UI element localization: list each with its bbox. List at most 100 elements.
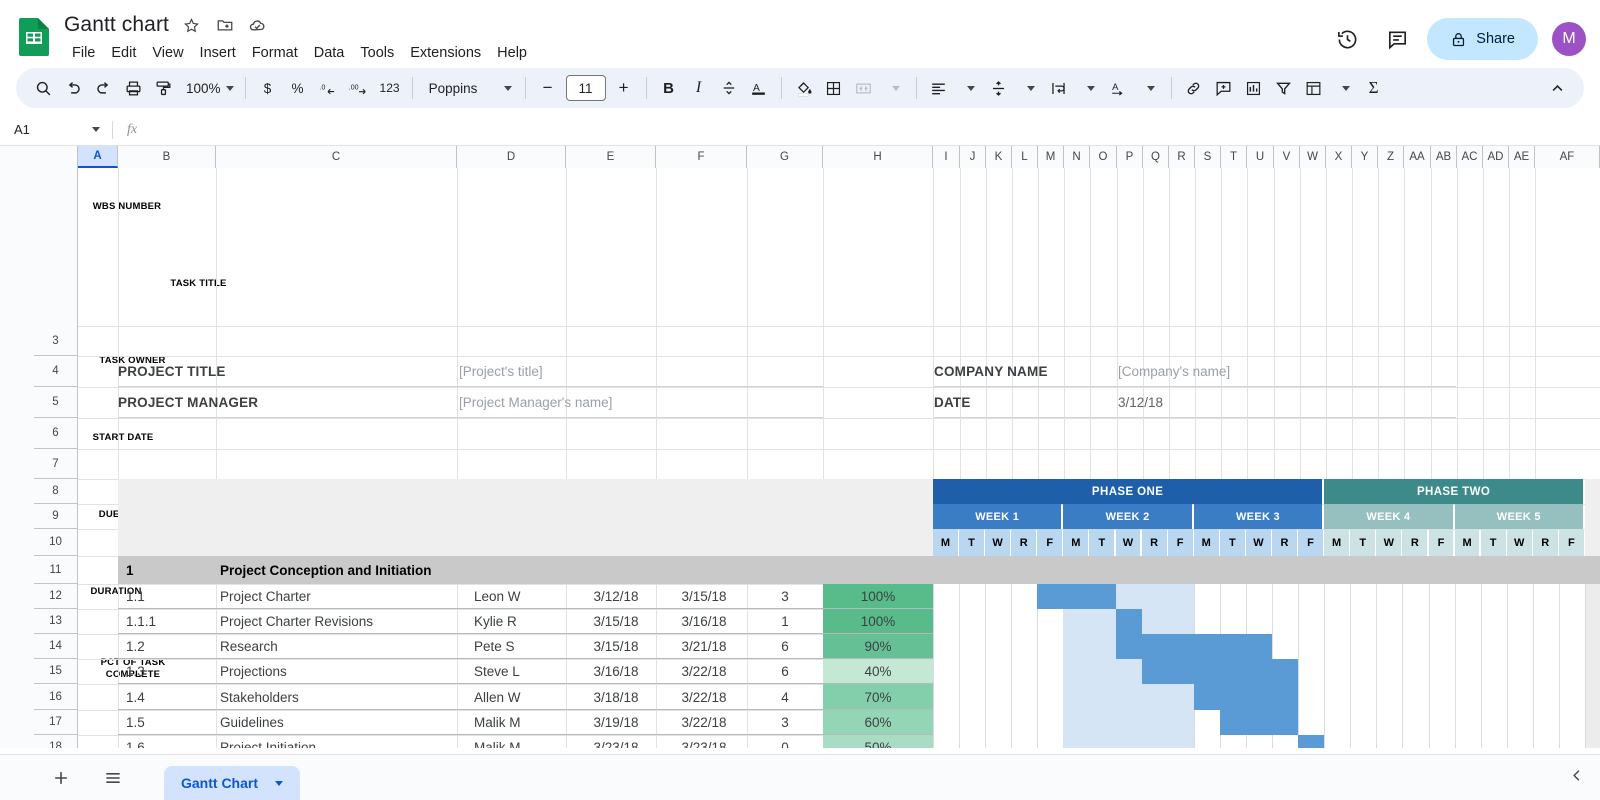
cell-duration-1[interactable]: 1 — [749, 609, 821, 634]
share-button[interactable]: Share — [1427, 18, 1538, 60]
cell-duration-4[interactable]: 4 — [749, 684, 821, 710]
merge-cells-caret[interactable] — [879, 73, 909, 103]
cell-title-6[interactable]: Project Initiation — [220, 735, 455, 748]
gantt-bar-6[interactable] — [1298, 735, 1324, 748]
row-header-8[interactable]: 8 — [34, 479, 78, 504]
column-header-AD[interactable]: AD — [1483, 146, 1509, 168]
name-box[interactable]: A1 — [0, 114, 112, 145]
undo-icon[interactable] — [58, 73, 88, 103]
gantt-bar-2[interactable] — [1116, 634, 1272, 659]
menu-tools[interactable]: Tools — [352, 41, 402, 65]
cell-due-6[interactable]: 3/23/18 — [666, 735, 742, 748]
zoom-select[interactable]: 100% — [178, 73, 238, 103]
cell-owner-0[interactable]: Leon W — [474, 584, 564, 609]
column-header-G[interactable]: G — [747, 146, 823, 168]
comment-icon[interactable] — [1377, 19, 1417, 59]
cell-start-4[interactable]: 3/18/18 — [578, 684, 654, 710]
column-header-Q[interactable]: Q — [1143, 146, 1169, 168]
vertical-align-icon[interactable] — [984, 73, 1014, 103]
add-sheet-icon[interactable] — [48, 765, 74, 791]
redo-icon[interactable] — [88, 73, 118, 103]
cloud-saved-icon[interactable] — [248, 15, 268, 35]
strikethrough-icon[interactable] — [714, 73, 744, 103]
column-header-Y[interactable]: Y — [1352, 146, 1378, 168]
menu-file[interactable]: File — [64, 41, 103, 65]
cell-pct-0[interactable]: 100% — [823, 584, 933, 609]
italic-button[interactable]: I — [684, 73, 714, 103]
cell-owner-6[interactable]: Malik M — [474, 735, 564, 748]
column-header-L[interactable]: L — [1012, 146, 1038, 168]
gantt-bar-3[interactable] — [1142, 659, 1298, 684]
decrease-font-size-button[interactable]: − — [533, 73, 563, 103]
text-rotation-caret[interactable] — [1134, 73, 1164, 103]
column-header-K[interactable]: K — [986, 146, 1012, 168]
cell-pct-1[interactable]: 100% — [823, 609, 933, 634]
project-manager-value[interactable]: [Project Manager's name] — [459, 387, 819, 418]
column-header-AE[interactable]: AE — [1509, 146, 1535, 168]
paint-format-icon[interactable] — [148, 73, 178, 103]
functions-button[interactable]: Σ — [1359, 73, 1389, 103]
cell-owner-4[interactable]: Allen W — [474, 684, 564, 710]
gantt-bar-0[interactable] — [1037, 584, 1115, 609]
menu-edit[interactable]: Edit — [103, 41, 144, 65]
horizontal-align-caret[interactable] — [954, 73, 984, 103]
number-format-button[interactable]: 123 — [375, 73, 405, 103]
star-icon[interactable] — [182, 15, 202, 35]
column-header-U[interactable]: U — [1247, 146, 1274, 168]
cell-pct-5[interactable]: 60% — [823, 710, 933, 735]
increase-font-size-button[interactable]: + — [609, 73, 639, 103]
row-header-10[interactable]: 10 — [34, 529, 78, 556]
row-header-7[interactable]: 7 — [34, 449, 78, 479]
column-header-I[interactable]: I — [933, 146, 960, 168]
pivot-table-icon[interactable] — [1299, 73, 1329, 103]
cell-title-2[interactable]: Research — [220, 634, 455, 659]
cell-owner-1[interactable]: Kylie R — [474, 609, 564, 634]
cell-start-2[interactable]: 3/15/18 — [578, 634, 654, 659]
project-title-value[interactable]: [Project's title] — [459, 356, 819, 387]
cell-wbs-4[interactable]: 1.4 — [126, 684, 214, 710]
cell-owner-2[interactable]: Pete S — [474, 634, 564, 659]
percent-format-button[interactable]: % — [283, 73, 313, 103]
row-header-17[interactable]: 17 — [34, 710, 78, 735]
currency-format-button[interactable]: $ — [253, 73, 283, 103]
row-header-18[interactable]: 18 — [34, 735, 78, 748]
column-header-W[interactable]: W — [1300, 146, 1326, 168]
text-wrap-caret[interactable] — [1074, 73, 1104, 103]
cell-start-5[interactable]: 3/19/18 — [578, 710, 654, 735]
cell-wbs-0[interactable]: 1.1 — [126, 584, 214, 609]
cell-start-1[interactable]: 3/15/18 — [578, 609, 654, 634]
cell-wbs-2[interactable]: 1.2 — [126, 634, 214, 659]
column-header-C[interactable]: C — [216, 146, 457, 168]
sheet-tab-gantt-chart[interactable]: Gantt Chart — [164, 766, 300, 800]
column-header-H[interactable]: H — [823, 146, 933, 168]
cell-due-1[interactable]: 3/16/18 — [666, 609, 742, 634]
column-header-M[interactable]: M — [1038, 146, 1064, 168]
cell-pct-4[interactable]: 70% — [823, 684, 933, 710]
insert-comment-icon[interactable] — [1209, 73, 1239, 103]
cell-title-5[interactable]: Guidelines — [220, 710, 455, 735]
pivot-table-caret[interactable] — [1329, 73, 1359, 103]
select-all-corner[interactable] — [0, 146, 78, 168]
column-header-D[interactable]: D — [457, 146, 566, 168]
company-name-value[interactable]: [Company's name] — [1118, 356, 1448, 387]
date-value[interactable]: 3/12/18 — [1118, 387, 1448, 418]
row-header-13[interactable]: 13 — [34, 609, 78, 634]
cell-due-5[interactable]: 3/22/18 — [666, 710, 742, 735]
gantt-bar-5[interactable] — [1220, 710, 1298, 735]
cell-wbs-5[interactable]: 1.5 — [126, 710, 214, 735]
gantt-bar-1[interactable] — [1116, 609, 1142, 634]
cell-owner-5[interactable]: Malik M — [474, 710, 564, 735]
row-header-15[interactable]: 15 — [34, 659, 78, 684]
column-header-F[interactable]: F — [656, 146, 747, 168]
cell-title-3[interactable]: Projections — [220, 659, 455, 684]
column-header-J[interactable]: J — [960, 146, 986, 168]
cell-wbs-1[interactable]: 1.1.1 — [126, 609, 214, 634]
version-history-icon[interactable] — [1327, 19, 1367, 59]
vertical-align-caret[interactable] — [1014, 73, 1044, 103]
column-header-X[interactable]: X — [1326, 146, 1352, 168]
column-header-AF[interactable]: AF — [1535, 146, 1600, 168]
row-header-6[interactable]: 6 — [34, 418, 78, 449]
decrease-decimal-button[interactable]: .0 — [313, 73, 343, 103]
cell-start-0[interactable]: 3/12/18 — [578, 584, 654, 609]
row-header-16[interactable]: 16 — [34, 684, 78, 710]
